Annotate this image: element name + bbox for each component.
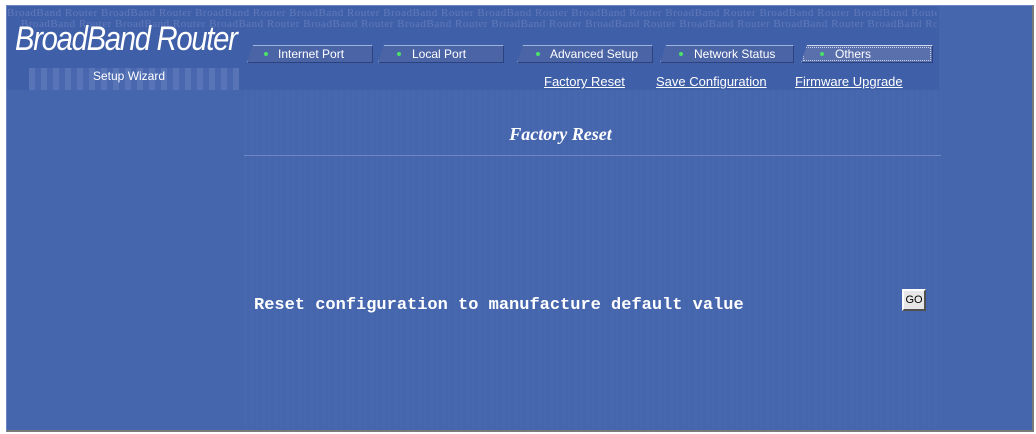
go-button[interactable]: GO xyxy=(902,289,926,311)
tab-dot-icon xyxy=(397,52,401,56)
tab-dot-icon xyxy=(820,52,824,56)
tab-label: Network Status xyxy=(694,47,776,61)
tab-label: Advanced Setup xyxy=(550,47,639,61)
tab-label: Local Port xyxy=(412,47,467,61)
tab-network-status[interactable]: Network Status xyxy=(660,45,794,63)
tab-dot-icon xyxy=(536,52,540,56)
page-title: Factory Reset xyxy=(509,124,612,144)
router-frame: BroadBand Router BroadBand Router BroadB… xyxy=(6,5,1034,432)
reset-description: Reset configuration to manufacture defau… xyxy=(254,296,744,315)
setup-wizard-link[interactable]: Setup Wizard xyxy=(93,69,165,83)
link-save-configuration[interactable]: Save Configuration xyxy=(656,74,767,89)
tab-internet-port[interactable]: Internet Port xyxy=(247,45,373,63)
tab-others[interactable]: Others xyxy=(801,45,933,63)
tab-dot-icon xyxy=(679,52,683,56)
link-factory-reset[interactable]: Factory Reset xyxy=(544,74,625,89)
tab-local-port[interactable]: Local Port xyxy=(378,45,504,63)
brand-logo: BroadBand Router xyxy=(15,20,238,58)
link-firmware-upgrade[interactable]: Firmware Upgrade xyxy=(795,74,903,89)
tab-dot-icon xyxy=(264,52,268,56)
title-divider xyxy=(244,155,941,156)
tab-label: Internet Port xyxy=(278,47,345,61)
tab-advanced-setup[interactable]: Advanced Setup xyxy=(517,45,653,63)
tab-label: Others xyxy=(835,47,872,61)
